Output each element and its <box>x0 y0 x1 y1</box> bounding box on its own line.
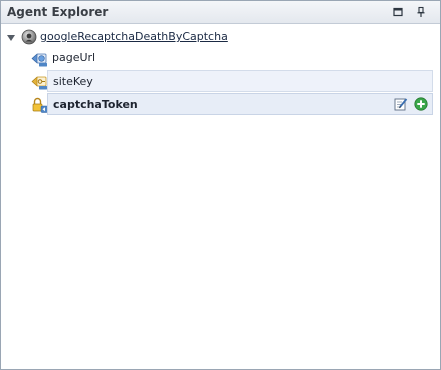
url-input-parameter-icon <box>31 53 47 67</box>
key-input-parameter-icon <box>31 76 47 90</box>
window-maximize-icon[interactable] <box>392 6 404 18</box>
parameter-row-pageurl[interactable]: pageUrl <box>47 47 433 69</box>
parameter-row-sitekey[interactable]: siteKey <box>47 70 433 92</box>
agent-tree: googleRecaptchaDeathByCaptcha pageUrl si… <box>1 24 440 369</box>
panel-title: Agent Explorer <box>7 5 109 19</box>
agent-icon <box>21 29 37 45</box>
add-icon[interactable] <box>414 97 428 111</box>
edit-icon[interactable] <box>394 97 408 111</box>
panel-title-bar: Agent Explorer <box>1 1 440 24</box>
pin-icon[interactable] <box>415 6 427 18</box>
agent-node-label[interactable]: googleRecaptchaDeathByCaptcha <box>40 30 228 43</box>
parameter-label: captchaToken <box>53 98 138 111</box>
parameter-label: pageUrl <box>52 51 96 64</box>
agent-explorer-panel: Agent Explorer googleRecaptchaDeathByCap… <box>0 0 441 370</box>
collapse-arrow-icon[interactable] <box>7 34 15 42</box>
parameter-label: siteKey <box>53 75 93 88</box>
lock-output-parameter-icon <box>32 97 48 113</box>
parameter-row-captchatoken[interactable]: captchaToken <box>47 93 433 115</box>
